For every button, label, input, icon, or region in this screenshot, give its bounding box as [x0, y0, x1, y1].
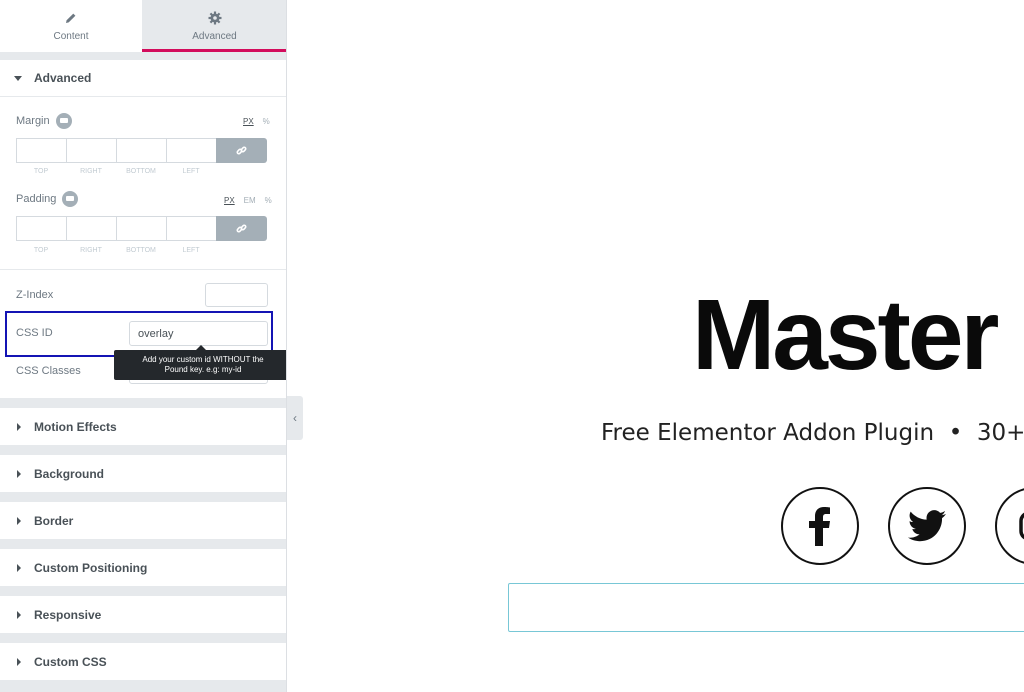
tab-content[interactable]: Content [0, 0, 142, 52]
responsive-desktop-icon[interactable] [62, 191, 79, 207]
instagram-link[interactable] [995, 487, 1024, 565]
section-background[interactable]: Background [0, 455, 286, 492]
twitter-link[interactable] [888, 487, 966, 565]
link-icon [236, 146, 247, 155]
padding-side-labels: TOP RIGHT BOTTOM LEFT [16, 247, 216, 254]
unit-percent[interactable]: % [263, 117, 270, 126]
caret-right-icon [17, 469, 21, 478]
padding-label-text: Padding [16, 193, 57, 205]
tab-advanced[interactable]: Advanced [142, 0, 286, 52]
caret-down-icon [14, 75, 22, 81]
hero-subtitle: Free Elementor Addon Plugin • 30+ [601, 420, 1024, 446]
section-title: Motion Effects [34, 419, 117, 434]
advanced-section-header[interactable]: Advanced [0, 60, 286, 97]
z-index-label: Z-Index [16, 289, 54, 301]
margin-side-labels: TOP RIGHT BOTTOM LEFT [16, 168, 216, 175]
unit-em[interactable]: EM [244, 196, 256, 205]
padding-left-input[interactable] [166, 216, 216, 241]
tab-label: Content [53, 31, 89, 42]
facebook-link[interactable] [781, 487, 859, 565]
margin-label-text: Margin [16, 115, 50, 127]
side-label-right: RIGHT [80, 247, 102, 254]
twitter-icon [908, 510, 946, 542]
facebook-icon [809, 507, 830, 546]
section-title: Advanced [34, 71, 92, 85]
section-title: Background [34, 466, 105, 481]
css-classes-label: CSS Classes [16, 365, 81, 377]
margin-units: PX % [243, 117, 270, 126]
section-title: Responsive [34, 607, 102, 622]
gear-icon [208, 10, 222, 26]
unit-px[interactable]: PX [224, 196, 235, 205]
section-title: Custom Positioning [34, 560, 148, 575]
css-id-tooltip: Add your custom id WITHOUT the Pound key… [114, 345, 286, 380]
panel-tabs: Content Advanced [0, 0, 286, 52]
padding-units: PX EM % [224, 196, 272, 205]
form-field-box[interactable] [508, 583, 1024, 632]
caret-right-icon [17, 657, 21, 666]
padding-top-input[interactable] [16, 216, 66, 241]
section-title: Custom CSS [34, 654, 107, 669]
responsive-desktop-icon[interactable] [55, 113, 72, 129]
side-label-right: RIGHT [80, 168, 102, 175]
padding-label: Padding [16, 191, 79, 207]
caret-right-icon [17, 422, 21, 431]
margin-label: Margin [16, 113, 72, 129]
margin-top-input[interactable] [16, 138, 66, 163]
section-border[interactable]: Border [0, 502, 286, 539]
pencil-icon [65, 10, 77, 26]
section-title: Border [34, 513, 74, 528]
side-label-top: TOP [33, 247, 49, 254]
hero-heading: Master [692, 279, 999, 391]
link-icon [236, 224, 247, 233]
section-motion-effects[interactable]: Motion Effects [0, 408, 286, 445]
side-label-bottom: BOTTOM [126, 247, 156, 254]
side-label-bottom: BOTTOM [126, 168, 156, 175]
caret-right-icon [17, 610, 21, 619]
section-responsive[interactable]: Responsive [0, 596, 286, 633]
padding-bottom-input[interactable] [116, 216, 166, 241]
side-label-top: TOP [33, 168, 49, 175]
padding-right-input[interactable] [66, 216, 116, 241]
tooltip-line-1: Add your custom id WITHOUT the [142, 355, 264, 364]
tooltip-line-2: Pound key. e.g: my-id [164, 365, 242, 374]
section-custom-css[interactable]: Custom CSS [0, 643, 286, 680]
link-values-button[interactable] [216, 216, 267, 241]
unit-px[interactable]: PX [243, 117, 254, 126]
margin-bottom-input[interactable] [116, 138, 166, 163]
divider [0, 269, 286, 270]
chevron-left-icon: ‹ [293, 411, 297, 425]
unit-percent[interactable]: % [265, 196, 272, 205]
section-custom-positioning[interactable]: Custom Positioning [0, 549, 286, 586]
side-label-left: LEFT [182, 168, 200, 175]
margin-right-input[interactable] [66, 138, 116, 163]
side-label-left: LEFT [182, 247, 200, 254]
caret-right-icon [17, 516, 21, 525]
panel-collapse-button[interactable]: ‹ [287, 396, 303, 440]
link-values-button[interactable] [216, 138, 267, 163]
z-index-input[interactable] [205, 283, 268, 307]
editor-panel: Content Advanced Advanced Margin PX % TO… [0, 0, 287, 692]
tab-label: Advanced [192, 31, 237, 42]
margin-dimensions [16, 138, 268, 163]
padding-dimensions [16, 216, 268, 241]
margin-left-input[interactable] [166, 138, 216, 163]
instagram-icon [1019, 512, 1024, 540]
caret-right-icon [17, 563, 21, 572]
